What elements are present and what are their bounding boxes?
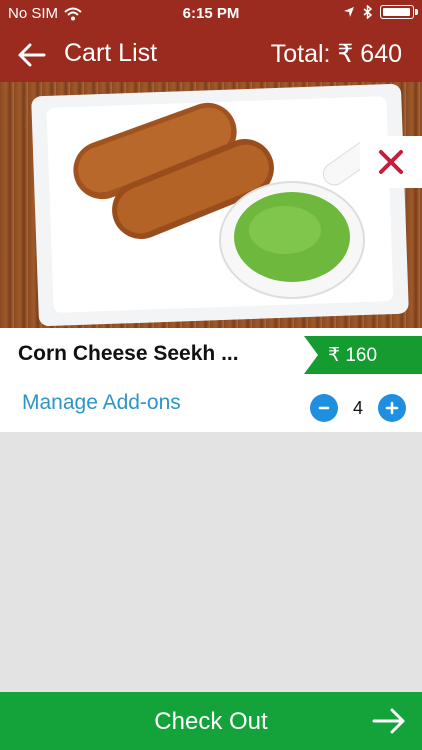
- item-image: [0, 82, 422, 328]
- cart-total: Total: ₹ 640: [270, 40, 402, 68]
- item-price-tag: ₹ 160: [304, 336, 422, 374]
- increase-quantity-button[interactable]: [378, 394, 406, 422]
- plus-icon: [385, 401, 399, 415]
- back-arrow-icon[interactable]: [16, 39, 48, 71]
- bluetooth-icon: [363, 5, 372, 19]
- checkout-button[interactable]: Check Out: [0, 692, 422, 750]
- remove-icon: [379, 150, 403, 174]
- manage-addons-link[interactable]: Manage Add-ons: [22, 391, 181, 415]
- minus-icon: [318, 406, 330, 410]
- quantity-stepper: 4: [310, 394, 406, 422]
- battery-fill: [383, 8, 410, 16]
- status-bar: No SIM 6:15 PM: [0, 0, 422, 27]
- remove-item-button[interactable]: [360, 136, 422, 188]
- forward-arrow-icon: [372, 708, 405, 734]
- app-header: Cart List Total: ₹ 640: [0, 27, 422, 82]
- battery-icon: [380, 5, 418, 19]
- page-title: Cart List: [64, 39, 158, 67]
- status-right: [343, 5, 418, 19]
- decrease-quantity-button[interactable]: [310, 394, 338, 422]
- food-photo: [31, 83, 409, 327]
- item-name: Corn Cheese Seekh ...: [18, 342, 239, 365]
- location-arrow-icon: [344, 7, 354, 17]
- quantity-value: 4: [352, 397, 363, 418]
- cart-item: Corn Cheese Seekh ... ₹ 160 Manage Add-o…: [0, 328, 422, 432]
- checkout-label: Check Out: [154, 708, 268, 735]
